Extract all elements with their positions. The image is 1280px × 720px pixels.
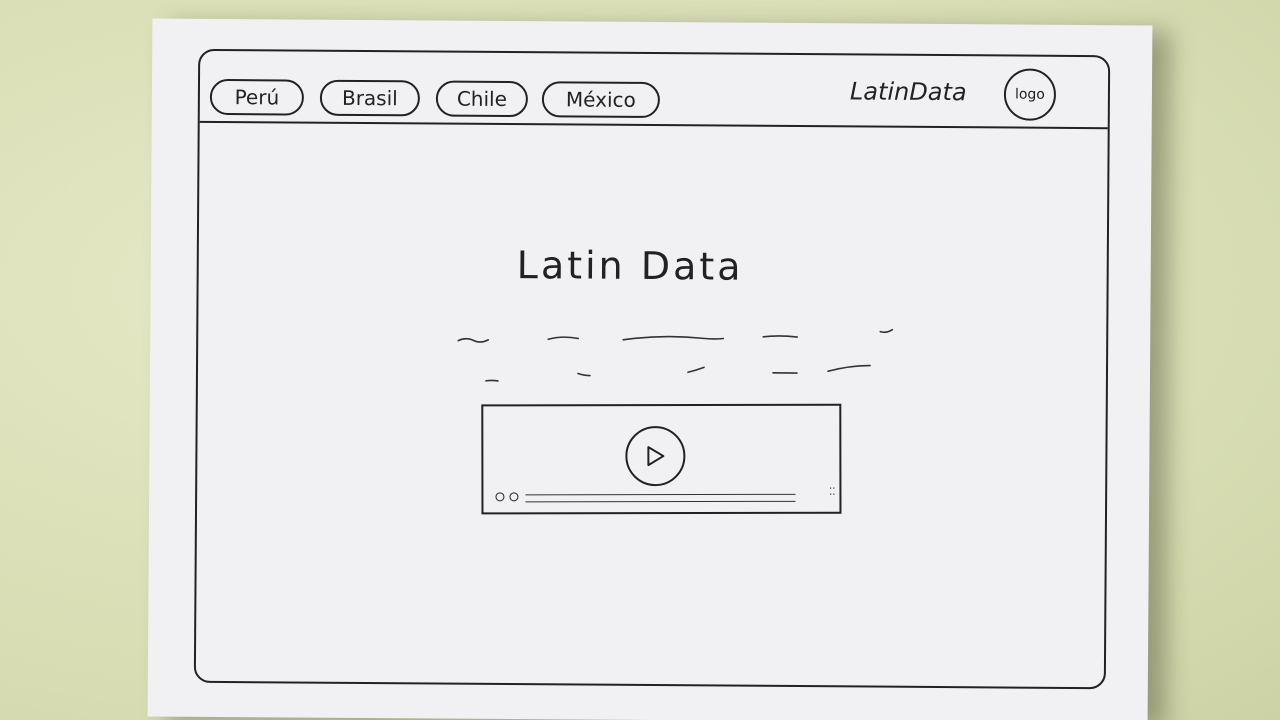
video-player[interactable]: ⁚⁚ [481, 403, 842, 515]
tab-label: Brasil [341, 85, 398, 111]
play-toggle-icon[interactable] [495, 492, 505, 502]
play-icon [647, 446, 665, 467]
placeholder-line [762, 335, 799, 338]
play-button[interactable] [625, 426, 686, 487]
tab-mexico[interactable]: México [541, 81, 661, 119]
placeholder-line [622, 335, 725, 341]
browser-window: Perú Brasil Chile México LatinData logo … [193, 48, 1111, 690]
tab-peru[interactable]: Perú [209, 78, 305, 116]
volume-icon[interactable] [509, 492, 519, 502]
tab-brasil[interactable]: Brasil [319, 79, 421, 117]
placeholder-line [687, 366, 705, 374]
tab-label: Perú [234, 85, 280, 110]
brand-name: LatinData [849, 77, 967, 107]
progress-track[interactable] [525, 493, 796, 503]
tab-label: México [565, 87, 636, 112]
placeholder-line [827, 364, 871, 373]
placeholder-line [879, 328, 894, 334]
placeholder-line [547, 336, 580, 341]
progress-bar[interactable] [495, 492, 825, 503]
tab-chile[interactable]: Chile [435, 80, 529, 118]
logo[interactable]: logo [1003, 68, 1057, 121]
paper-sheet: Perú Brasil Chile México LatinData logo … [147, 18, 1153, 720]
photo-scene: Perú Brasil Chile México LatinData logo … [0, 0, 1280, 720]
navbar: Perú Brasil Chile México LatinData logo [199, 50, 1109, 130]
logo-label: logo [1014, 86, 1045, 103]
placeholder-line [457, 337, 490, 343]
tab-label: Chile [456, 86, 508, 111]
placeholder-line [485, 379, 499, 382]
fullscreen-icon[interactable]: ⁚⁚ [829, 487, 835, 498]
placeholder-line [577, 372, 591, 377]
page-title: Latin Data [516, 243, 744, 289]
placeholder-text [457, 328, 894, 382]
